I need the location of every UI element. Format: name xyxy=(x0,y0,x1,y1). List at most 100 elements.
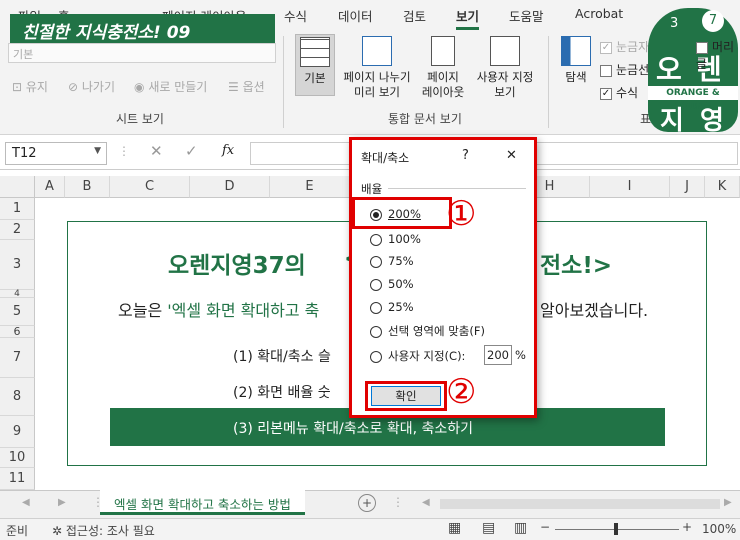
option-100[interactable]: 100% xyxy=(370,232,421,246)
page-layout-icon[interactable]: ▤ xyxy=(482,520,495,536)
option-50[interactable]: 50% xyxy=(370,277,414,291)
eye-icon: ◉ xyxy=(134,80,145,94)
select-all-corner[interactable] xyxy=(0,176,35,198)
page-layout-icon xyxy=(431,36,455,66)
radio-icon xyxy=(370,301,382,314)
keep-icon: ⊡ xyxy=(12,80,23,94)
normal-view-icon[interactable]: ▦ xyxy=(448,520,461,536)
row-header[interactable]: 6 xyxy=(0,326,35,338)
custom-views-button[interactable]: 사용자 지정 보기 xyxy=(470,36,540,100)
ribbon: 파일 홈 페이지 레이아웃 수식 데이터 검토 보기 도움말 Acrobat 친… xyxy=(0,0,740,136)
ok-button[interactable]: 확인 xyxy=(371,386,441,406)
tab-review[interactable]: 검토 xyxy=(403,6,426,25)
option-fit-selection[interactable]: 선택 영역에 맞춤(F) xyxy=(370,323,485,339)
zoom-out-button[interactable]: − xyxy=(540,520,550,534)
percent-sign: % xyxy=(515,348,526,362)
option-200[interactable]: 200% xyxy=(370,207,421,221)
ruler-checkbox[interactable]: ✓ 눈금자 xyxy=(600,38,649,55)
status-bar: 준비 ✲ 접근성: 조사 필요 ▦ ▤ ▥ − + 100% xyxy=(0,518,740,540)
separator xyxy=(548,36,549,128)
zoom-dialog: 확대/축소 ? ✕ 배율 200% 100% 75% 50% 25% 선택 영역… xyxy=(349,137,537,418)
zoom-slider-thumb[interactable] xyxy=(614,523,618,535)
chevron-down-icon: ▼ xyxy=(94,146,101,156)
formula-bar-checkbox[interactable]: ✓ 수식 xyxy=(600,84,638,101)
separator xyxy=(283,36,284,128)
column-header[interactable]: E xyxy=(270,176,350,198)
radio-icon xyxy=(370,255,382,268)
column-header[interactable]: A xyxy=(35,176,65,198)
add-sheet-button[interactable]: + xyxy=(358,494,376,512)
accessibility-status[interactable]: ✲ 접근성: 조사 필요 xyxy=(52,522,155,539)
tab-view[interactable]: 보기 xyxy=(456,6,480,30)
scroll-right-icon[interactable]: ▶ xyxy=(58,497,66,508)
help-icon[interactable]: ? xyxy=(462,148,469,163)
column-header[interactable]: B xyxy=(65,176,110,198)
dialog-title: 확대/축소 xyxy=(361,151,410,165)
sheet-view-dropdown[interactable]: 기본 xyxy=(8,43,276,63)
option-25[interactable]: 25% xyxy=(370,300,414,314)
sheet-tab-bar: ◀ ▶ ⋮ 엑셀 화면 확대하고 축소하는 방법 + ⋮ ◀ ▶ xyxy=(0,490,740,518)
function-icon[interactable]: fx xyxy=(222,143,234,158)
keep-button[interactable]: ⊡ 유지 xyxy=(12,78,48,95)
more-icon: ⋮ xyxy=(392,495,404,509)
row-header[interactable]: 10 xyxy=(0,448,35,468)
intro-text-end: 알아보겠습니다. xyxy=(540,301,649,320)
page-break-icon[interactable]: ▥ xyxy=(514,520,527,536)
intro-text-start: 오늘은 '엑셀 화면 확대하고 축 xyxy=(118,301,320,320)
row-header[interactable]: 4 xyxy=(0,290,35,299)
custom-zoom-input[interactable]: 200 xyxy=(484,345,512,365)
close-icon[interactable]: ✕ xyxy=(506,148,517,163)
row-header[interactable]: 1 xyxy=(0,198,35,220)
page-break-icon xyxy=(362,36,392,66)
column-header[interactable]: D xyxy=(190,176,270,198)
headings-checkbox[interactable]: 머리글 xyxy=(696,38,740,72)
sheet-tab-active[interactable]: 엑셀 화면 확대하고 축소하는 방법 xyxy=(100,490,305,515)
horizontal-scrollbar[interactable] xyxy=(440,499,720,509)
name-box[interactable]: T12 ▼ xyxy=(5,142,107,165)
tab-help[interactable]: 도움말 xyxy=(509,6,544,25)
row-header[interactable]: 9 xyxy=(0,416,35,448)
tab-formulas[interactable]: 수식 xyxy=(284,6,307,25)
options-button[interactable]: ☰ 옵션 xyxy=(228,78,265,95)
step-marker-1: ① xyxy=(446,194,477,234)
row-header[interactable]: 3 xyxy=(0,240,35,290)
page-break-preview-button[interactable]: 페이지 나누기 미리 보기 xyxy=(338,36,416,100)
scroll-left-icon[interactable]: ◀ xyxy=(22,497,30,508)
option-75[interactable]: 75% xyxy=(370,254,414,268)
magnification-label: 배율 xyxy=(361,182,383,196)
enter-icon[interactable]: ✓ xyxy=(185,142,198,160)
navigation-icon xyxy=(561,36,591,66)
navigation-button[interactable]: 탐색 xyxy=(556,36,596,85)
accessibility-icon: ✲ xyxy=(52,524,63,538)
new-view-button[interactable]: ◉ 새로 만들기 xyxy=(134,78,207,95)
zoom-in-button[interactable]: + xyxy=(682,520,692,534)
cancel-icon[interactable]: ✕ xyxy=(150,142,163,160)
step-marker-2: ② xyxy=(446,372,477,412)
hscroll-left-icon[interactable]: ◀ xyxy=(422,497,430,508)
row-header[interactable]: 8 xyxy=(0,378,35,416)
group-divider xyxy=(388,188,526,189)
gridlines-checkbox[interactable]: 눈금선 xyxy=(600,61,649,78)
column-header[interactable]: I xyxy=(590,176,670,198)
hscroll-right-icon[interactable]: ▶ xyxy=(724,497,732,508)
normal-view-button[interactable]: 기본 xyxy=(295,34,335,96)
column-header[interactable]: K xyxy=(705,176,740,198)
status-ready: 준비 xyxy=(6,524,29,538)
row-header[interactable]: 5 xyxy=(0,298,35,326)
options-icon: ☰ xyxy=(228,80,239,94)
exit-button[interactable]: ⊘ 나가기 xyxy=(68,78,115,95)
radio-selected-icon xyxy=(370,208,382,221)
tab-data[interactable]: 데이터 xyxy=(338,6,373,25)
row-header[interactable]: 7 xyxy=(0,338,35,378)
row-header[interactable]: 11 xyxy=(0,468,35,490)
page-layout-button[interactable]: 페이지 레이아웃 xyxy=(420,36,466,100)
row-header[interactable]: 2 xyxy=(0,220,35,240)
step-1-text: (1) 확대/축소 슬 xyxy=(233,349,331,365)
zoom-level[interactable]: 100% xyxy=(702,522,736,536)
tab-acrobat[interactable]: Acrobat xyxy=(575,6,623,21)
column-header[interactable]: J xyxy=(670,176,705,198)
group-label-workbook-views: 통합 문서 보기 xyxy=(388,112,462,126)
option-custom[interactable]: 사용자 지정(C): xyxy=(370,348,465,364)
content-title-left: 오렌지영37의 xyxy=(168,253,306,279)
column-header[interactable]: C xyxy=(110,176,190,198)
